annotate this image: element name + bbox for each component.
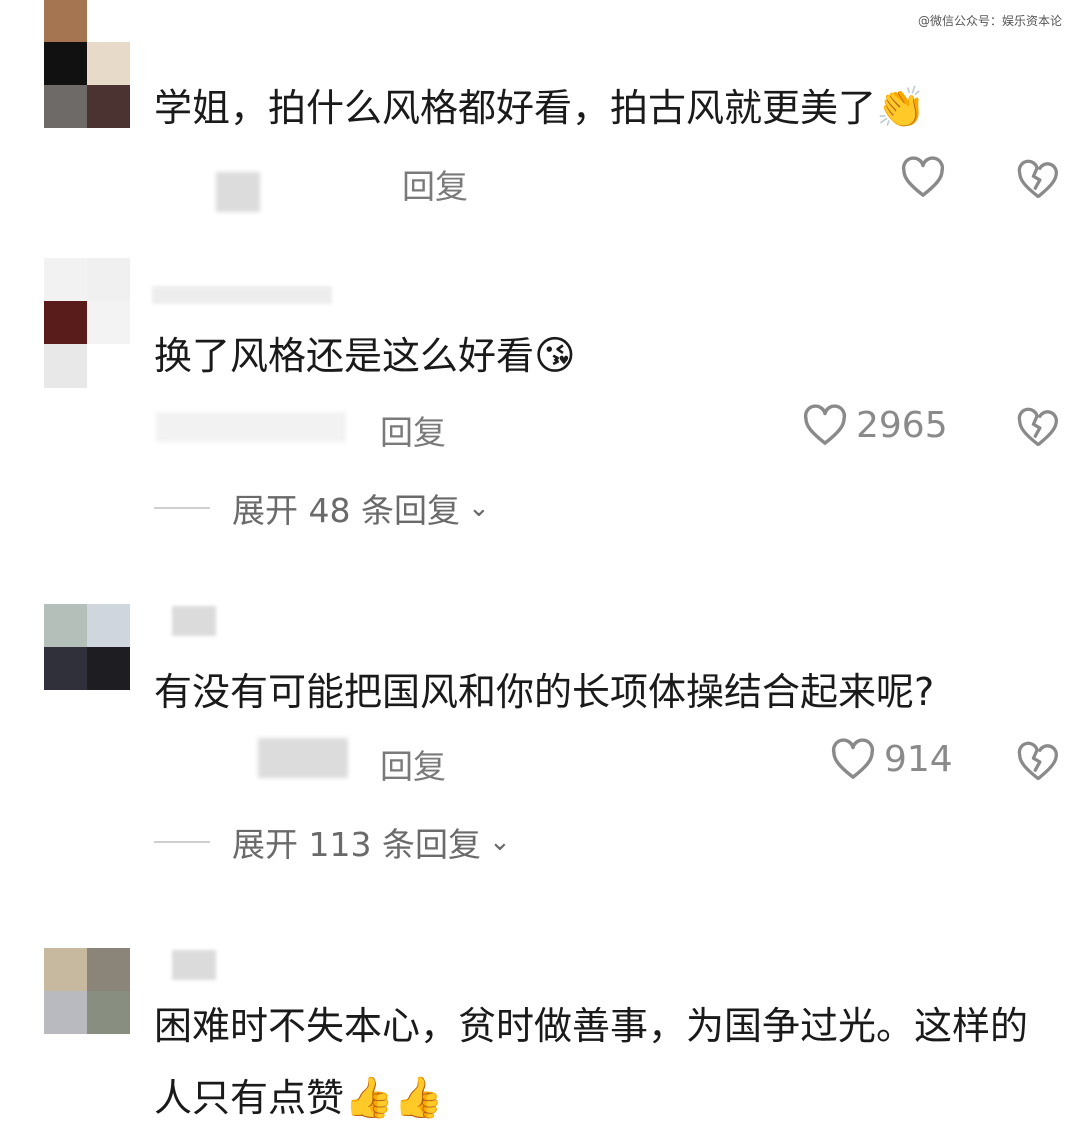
- dislike-button[interactable]: [1016, 740, 1060, 782]
- chevron-down-icon: ⌄: [467, 493, 490, 523]
- kissing-face-emoji: 😘: [534, 333, 576, 379]
- divider: [154, 507, 210, 509]
- comment-text: 有没有可能把国风和你的长项体操结合起来呢?: [154, 670, 935, 714]
- reply-button[interactable]: 回复: [380, 406, 446, 454]
- thumbs-up-emoji: 👍👍: [344, 1075, 444, 1121]
- expand-replies-button[interactable]: 展开 113 条回复 ⌄: [154, 818, 511, 866]
- reply-button[interactable]: 回复: [380, 740, 446, 788]
- heart-outline-icon: [900, 156, 946, 198]
- broken-heart-icon: [1016, 406, 1060, 448]
- avatar[interactable]: [44, 948, 130, 1034]
- expand-replies-label: 展开 113 条回复: [232, 825, 481, 864]
- dislike-button[interactable]: [1016, 158, 1060, 200]
- watermark: @微信公众号：娱乐资本论: [917, 14, 1062, 28]
- heart-outline-icon: [830, 738, 876, 780]
- like-button[interactable]: 914: [830, 738, 953, 780]
- reply-button[interactable]: 回复: [402, 160, 468, 208]
- dislike-button[interactable]: [1016, 406, 1060, 448]
- like-count: 914: [884, 738, 953, 780]
- comment-text: 换了风格还是这么好看😘: [154, 333, 576, 379]
- like-button[interactable]: 2965: [802, 404, 948, 446]
- expand-replies-button[interactable]: 展开 48 条回复 ⌄: [154, 484, 490, 532]
- clapping-hands-emoji: 👏: [876, 85, 926, 131]
- broken-heart-icon: [1016, 158, 1060, 200]
- comment-text: 困难时不失本心，贫时做善事，为国争过光。这样的人只有点赞👍👍: [154, 1004, 1029, 1121]
- comment-text: 学姐，拍什么风格都好看，拍古风就更美了👏: [154, 85, 926, 131]
- comment-meta-blurred: [156, 412, 346, 442]
- comment-meta-blurred: [258, 738, 348, 778]
- avatar[interactable]: [44, 604, 130, 690]
- expand-replies-label: 展开 48 条回复: [232, 491, 460, 530]
- divider: [154, 841, 210, 843]
- heart-outline-icon: [802, 404, 848, 446]
- username-blurred: [152, 286, 332, 304]
- username-blurred: [172, 950, 216, 980]
- like-count: 2965: [856, 404, 948, 446]
- avatar[interactable]: [44, 258, 130, 388]
- avatar[interactable]: [44, 0, 130, 128]
- username-blurred: [172, 606, 216, 636]
- chevron-down-icon: ⌄: [488, 827, 511, 857]
- broken-heart-icon: [1016, 740, 1060, 782]
- comment-meta-blurred: [216, 172, 260, 212]
- like-button[interactable]: [900, 156, 954, 198]
